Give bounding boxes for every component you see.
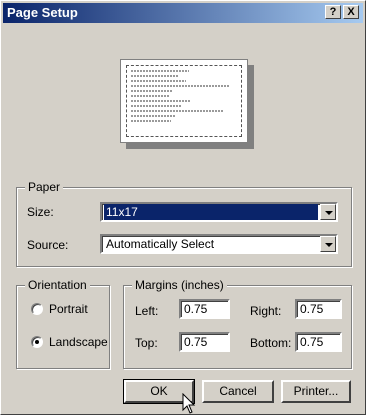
printer-button[interactable]: Printer... (281, 380, 351, 403)
left-margin-label: Left: (135, 304, 159, 318)
landscape-label: Landscape (49, 335, 108, 349)
dropdown-arrow-icon[interactable] (320, 204, 336, 220)
size-select-value: 11x17 (104, 204, 318, 220)
help-icon: ? (329, 6, 337, 18)
page-preview-margin (126, 65, 242, 137)
orientation-group: Orientation (16, 278, 110, 369)
close-icon: X (347, 6, 355, 18)
source-select-value: Automatically Select (106, 237, 215, 251)
page-setup-dialog: Page Setup ? X Paper Size: 11x17 Source:… (0, 0, 366, 415)
help-button[interactable]: ? (325, 5, 341, 19)
cancel-button[interactable]: Cancel (202, 380, 274, 403)
size-label: Size: (27, 205, 54, 219)
margins-group-label: Margins (inches) (132, 278, 227, 292)
title-bar[interactable]: Page Setup ? X (3, 3, 363, 23)
size-select[interactable]: 11x17 (100, 202, 338, 222)
margins-group: Margins (inches) (123, 278, 352, 369)
portrait-label: Portrait (49, 302, 88, 316)
bottom-margin-input[interactable]: 0.75 (295, 332, 342, 352)
orientation-portrait[interactable]: Portrait (31, 302, 88, 316)
top-margin-label: Top: (135, 336, 158, 350)
right-margin-input[interactable]: 0.75 (295, 299, 342, 319)
bottom-margin-label: Bottom: (250, 336, 292, 350)
portrait-radio[interactable] (31, 303, 43, 315)
right-margin-label: Right: (250, 304, 282, 318)
orientation-group-label: Orientation (25, 278, 90, 292)
close-button[interactable]: X (343, 5, 359, 19)
dropdown-arrow-icon[interactable] (320, 236, 336, 252)
top-margin-input[interactable]: 0.75 (179, 332, 230, 352)
landscape-radio[interactable] (31, 336, 43, 348)
paper-group-label: Paper (25, 180, 64, 194)
source-select[interactable]: Automatically Select (100, 234, 338, 254)
source-label: Source: (27, 238, 69, 252)
mouse-pointer-icon (182, 393, 196, 414)
page-preview (120, 59, 248, 143)
page-preview-text (131, 70, 231, 125)
window-title: Page Setup (7, 5, 78, 20)
orientation-landscape[interactable]: Landscape (31, 335, 108, 349)
left-margin-input[interactable]: 0.75 (179, 299, 230, 319)
paper-group: Paper (16, 180, 352, 267)
